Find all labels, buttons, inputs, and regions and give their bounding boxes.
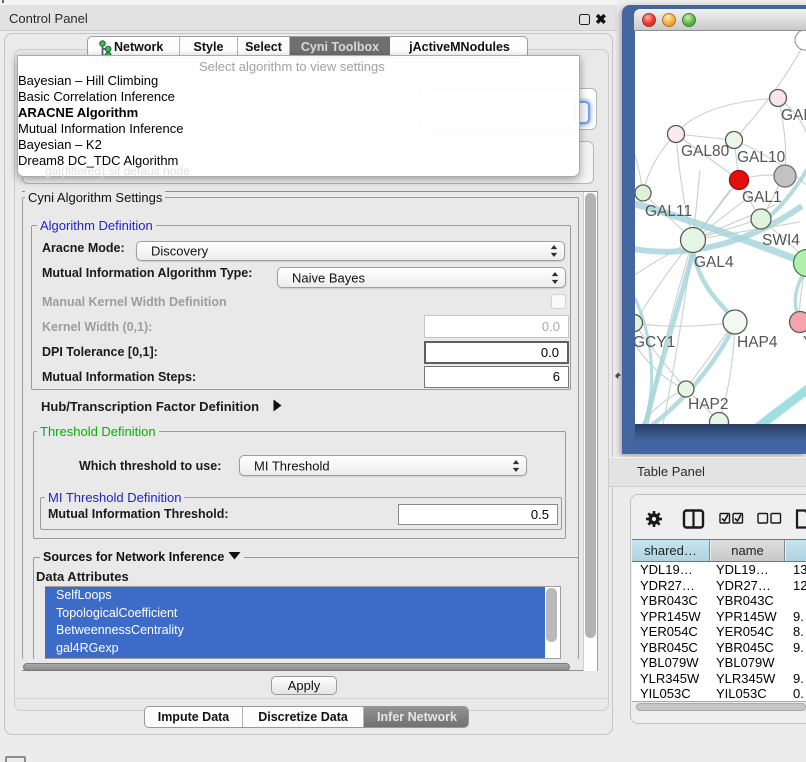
svg-text:GAL7: GAL7: [781, 107, 806, 124]
svg-text:GAL11: GAL11: [645, 203, 692, 220]
svg-text:HAP4: HAP4: [737, 334, 778, 351]
svg-text:GAL10: GAL10: [737, 149, 786, 166]
svg-text:GCY1: GCY1: [635, 334, 675, 351]
svg-text:GAL80: GAL80: [681, 143, 730, 160]
svg-text:HAP2: HAP2: [688, 396, 729, 413]
svg-text:SWI4: SWI4: [762, 232, 800, 249]
svg-text:GAL1: GAL1: [742, 189, 782, 206]
svg-text:GAL4: GAL4: [694, 254, 734, 271]
